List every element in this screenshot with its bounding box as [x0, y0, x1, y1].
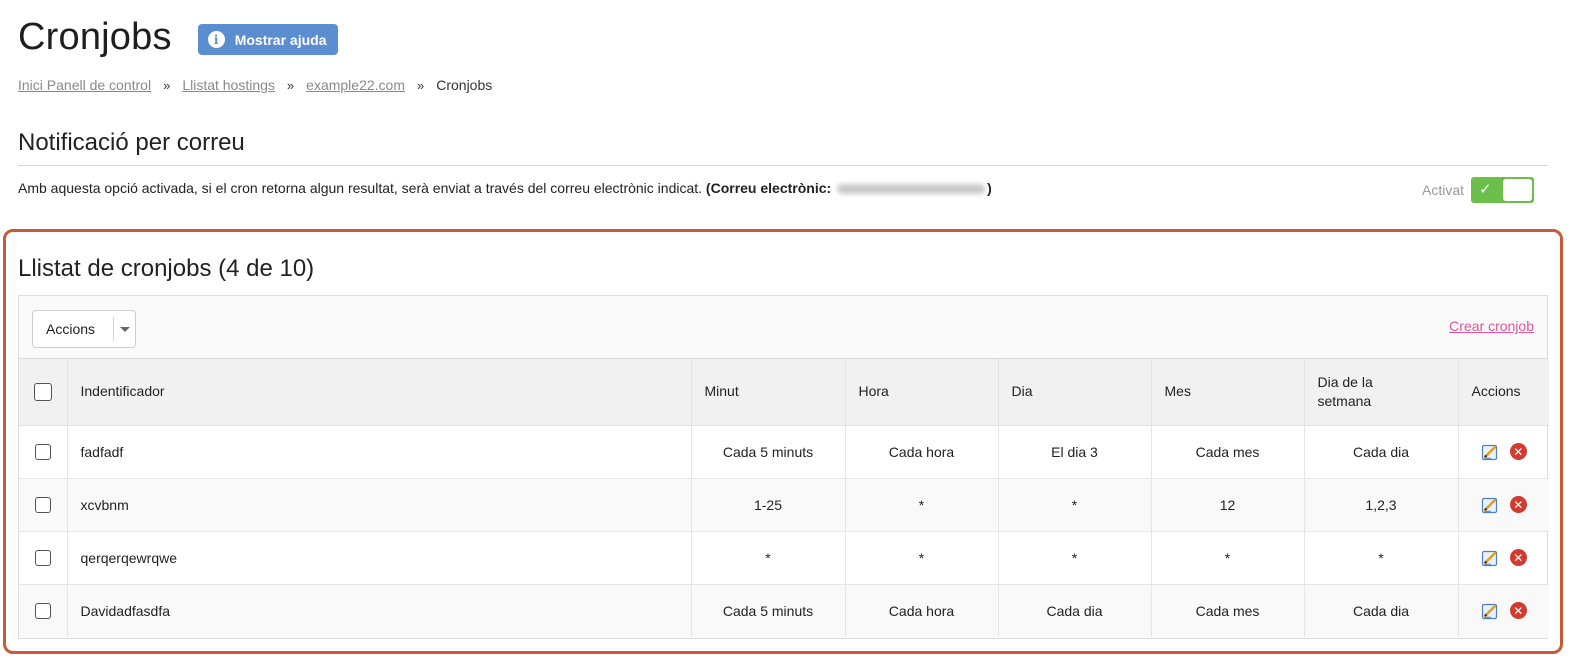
cell-weekday: Cada dia [1304, 584, 1459, 637]
breadcrumb-separator: » [163, 77, 171, 93]
delete-icon[interactable]: ✕ [1509, 602, 1527, 620]
edit-icon[interactable] [1481, 602, 1499, 620]
cronjob-table: Indentificador Minut Hora Dia Mes Dia de… [19, 359, 1549, 637]
cell-weekday: * [1304, 531, 1459, 585]
cell-day: Cada dia [998, 584, 1152, 637]
cell-hour: Cada hora [845, 425, 999, 479]
create-cronjob-link[interactable]: Crear cronjob [1449, 318, 1534, 334]
breadcrumb: Inici Panell de control » Llistat hostin… [18, 77, 492, 93]
row-select-cell [19, 478, 68, 532]
cell-month: 12 [1151, 478, 1305, 532]
cell-minute: Cada 5 minuts [691, 425, 846, 479]
cell-minute: * [691, 531, 846, 585]
column-header-weekday[interactable]: Dia de la setmana [1304, 359, 1459, 426]
row-select-cell [19, 425, 68, 479]
cell-hour: * [845, 478, 999, 532]
show-help-button[interactable]: i Mostrar ajuda [197, 24, 338, 55]
bulk-actions-label: Accions [46, 321, 96, 337]
column-header-month[interactable]: Mes [1151, 359, 1305, 426]
cronjob-panel: Accions Crear cronjob Indentificador Min… [18, 295, 1549, 639]
row-checkbox[interactable] [34, 603, 51, 620]
delete-icon[interactable]: ✕ [1509, 496, 1527, 513]
cell-month: Cada mes [1151, 425, 1305, 479]
table-header-row: Indentificador Minut Hora Dia Mes Dia de… [19, 359, 1549, 426]
blurred-email-address [837, 184, 986, 195]
check-icon: ✓ [1479, 181, 1492, 198]
column-header-actions: Accions [1458, 359, 1549, 426]
cell-weekday: Cada dia [1304, 425, 1459, 479]
cell-identifier: qerqerqewrqwe [67, 531, 692, 585]
cronjob-toolbar: Accions Crear cronjob [19, 296, 1547, 359]
row-checkbox[interactable] [34, 550, 51, 567]
cell-identifier: fadfadf [67, 425, 692, 479]
select-all-checkbox[interactable] [33, 383, 52, 402]
cell-hour: Cada hora [845, 584, 999, 637]
cell-identifier: Davidadfasdfa [67, 584, 692, 637]
breadcrumb-link-domain[interactable]: example22.com [306, 77, 405, 93]
breadcrumb-link-hostings[interactable]: Llistat hostings [182, 77, 275, 93]
delete-icon[interactable]: ✕ [1509, 549, 1527, 566]
cell-identifier: xcvbnm [67, 478, 692, 532]
table-row: xcvbnm 1-25 * * 12 1,2,3 ✕ [19, 478, 1550, 532]
column-header-hour[interactable]: Hora [845, 359, 999, 426]
toggle-knob [1503, 179, 1533, 201]
row-select-cell [19, 584, 68, 637]
row-select-cell [19, 531, 68, 585]
table-row: qerqerqewrqwe * * * * * ✕ [19, 531, 1550, 585]
cell-month: Cada mes [1151, 584, 1305, 637]
notification-description: Amb aquesta opció activada, si el cron r… [18, 180, 992, 196]
email-notification-toggle[interactable]: ✓ [1471, 177, 1535, 203]
edit-icon[interactable] [1481, 549, 1499, 567]
email-prefix: (Correu electrònic: [705, 180, 832, 196]
cell-day: * [998, 478, 1152, 532]
info-icon: i [207, 31, 225, 48]
notification-section-title: Notificació per correu [18, 129, 245, 156]
select-all-cell [19, 359, 68, 426]
cell-actions: ✕ [1458, 478, 1550, 532]
dropdown-divider [113, 317, 114, 341]
edit-icon[interactable] [1481, 496, 1499, 514]
cell-minute: 1-25 [691, 478, 846, 532]
cell-actions: ✕ [1458, 425, 1550, 479]
column-header-minute[interactable]: Minut [691, 359, 846, 426]
table-row: Davidadfasdfa Cada 5 minuts Cada hora Cada … [19, 584, 1549, 637]
section-divider [18, 165, 1548, 166]
toggle-label: Activat [1422, 182, 1465, 198]
column-header-identifier[interactable]: Indentificador [67, 359, 692, 426]
row-actions: ✕ [1459, 549, 1550, 567]
breadcrumb-link-home[interactable]: Inici Panell de control [18, 77, 151, 93]
breadcrumb-separator: » [286, 77, 295, 93]
edit-icon[interactable] [1481, 443, 1499, 461]
breadcrumb-current: Cronjobs [436, 77, 493, 93]
notification-description-text: Amb aquesta opció activada, si el cron r… [18, 180, 703, 196]
bulk-actions-dropdown[interactable]: Accions [32, 310, 136, 348]
page-header: Cronjobs i Mostrar ajuda [18, 16, 338, 59]
row-actions: ✕ [1459, 496, 1550, 514]
table-row: fadfadf Cada 5 minuts Cada hora El dia 3 Cad… [19, 425, 1550, 479]
cell-actions: ✕ [1458, 584, 1549, 637]
cell-actions: ✕ [1458, 531, 1550, 585]
cell-hour: * [845, 531, 999, 585]
row-checkbox[interactable] [34, 497, 51, 514]
chevron-down-icon [120, 326, 130, 332]
email-notification-toggle-group: Activat ✓ [1422, 177, 1535, 203]
cell-day: * [998, 531, 1152, 585]
row-actions: ✕ [1459, 443, 1550, 461]
row-actions: ✕ [1459, 602, 1550, 620]
cronjob-list-title: Llistat de cronjobs (4 de 10) [18, 255, 315, 282]
cell-day: El dia 3 [998, 425, 1152, 479]
cell-weekday: 1,2,3 [1304, 478, 1459, 532]
page-title: Cronjobs [18, 16, 172, 58]
breadcrumb-separator: » [416, 77, 425, 93]
column-header-day[interactable]: Dia [998, 359, 1152, 426]
cell-month: * [1151, 531, 1305, 585]
cell-minute: Cada 5 minuts [691, 584, 846, 637]
row-checkbox[interactable] [34, 444, 51, 461]
email-suffix: ) [987, 180, 992, 196]
delete-icon[interactable]: ✕ [1509, 443, 1527, 460]
show-help-label: Mostrar ajuda [234, 31, 327, 48]
